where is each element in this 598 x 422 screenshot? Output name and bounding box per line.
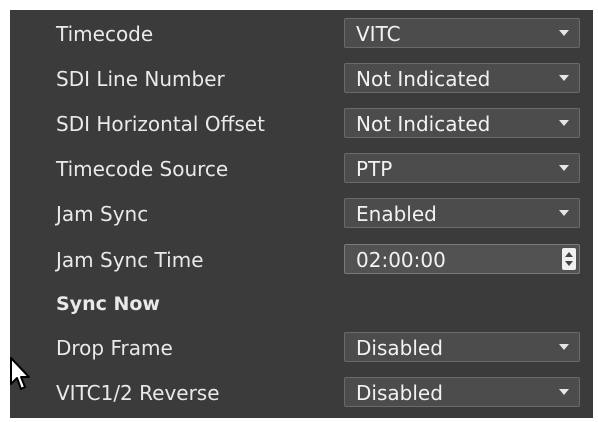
sync-now-button[interactable]: Sync Now <box>56 292 160 316</box>
sdi-horizontal-offset-row: SDI Horizontal Offset Not Indicated <box>10 102 593 146</box>
jam-sync-time-label: Jam Sync Time <box>56 248 204 272</box>
timecode-label: Timecode <box>56 22 154 46</box>
jam-sync-value: Enabled <box>356 202 437 226</box>
drop-frame-row: Drop Frame Disabled <box>10 326 593 370</box>
sdi-horizontal-offset-value: Not Indicated <box>356 112 491 136</box>
jam-sync-time-row: Jam Sync Time 02:00:00 <box>10 238 593 282</box>
timecode-settings-panel: Timecode VITC SDI Line Number Not Indica… <box>10 10 593 418</box>
vitc-reverse-value: Disabled <box>356 381 443 405</box>
sdi-horizontal-offset-dropdown[interactable]: Not Indicated <box>344 108 580 138</box>
jam-sync-dropdown[interactable]: Enabled <box>344 198 580 228</box>
timecode-value: VITC <box>356 22 401 46</box>
vitc-reverse-label: VITC1/2 Reverse <box>56 381 220 405</box>
chevron-down-icon <box>559 75 569 81</box>
timecode-source-value: PTP <box>356 157 393 181</box>
vitc-reverse-row: VITC1/2 Reverse Disabled <box>10 371 593 415</box>
timecode-source-dropdown[interactable]: PTP <box>344 153 580 183</box>
chevron-down-icon <box>559 165 569 171</box>
timecode-source-label: Timecode Source <box>56 157 229 181</box>
chevron-down-icon <box>559 344 569 350</box>
vitc-reverse-dropdown[interactable]: Disabled <box>344 377 580 407</box>
chevron-down-icon <box>559 389 569 395</box>
spin-up-arrow-icon[interactable] <box>565 252 573 257</box>
drop-frame-dropdown[interactable]: Disabled <box>344 332 580 362</box>
jam-sync-time-spinbox[interactable]: 02:00:00 <box>344 244 580 274</box>
sdi-line-number-dropdown[interactable]: Not Indicated <box>344 63 580 93</box>
mouse-pointer-icon <box>10 357 30 390</box>
sdi-line-number-row: SDI Line Number Not Indicated <box>10 57 593 101</box>
timecode-source-row: Timecode Source PTP <box>10 147 593 191</box>
sdi-line-number-value: Not Indicated <box>356 67 491 91</box>
drop-frame-label: Drop Frame <box>56 336 173 360</box>
timecode-dropdown[interactable]: VITC <box>344 18 580 48</box>
chevron-down-icon <box>559 120 569 126</box>
spin-down-arrow-icon[interactable] <box>565 261 573 266</box>
jam-sync-time-value: 02:00:00 <box>356 248 446 272</box>
jam-sync-row: Jam Sync Enabled <box>10 192 593 236</box>
drop-frame-value: Disabled <box>356 336 443 360</box>
sdi-line-number-label: SDI Line Number <box>56 67 225 91</box>
chevron-down-icon <box>559 210 569 216</box>
chevron-down-icon <box>559 30 569 36</box>
timecode-row: Timecode VITC <box>10 12 593 56</box>
spinner-arrows-icon[interactable] <box>562 248 576 270</box>
sync-now-row: Sync Now <box>10 282 593 326</box>
jam-sync-label: Jam Sync <box>56 202 149 226</box>
sdi-horizontal-offset-label: SDI Horizontal Offset <box>56 112 265 136</box>
